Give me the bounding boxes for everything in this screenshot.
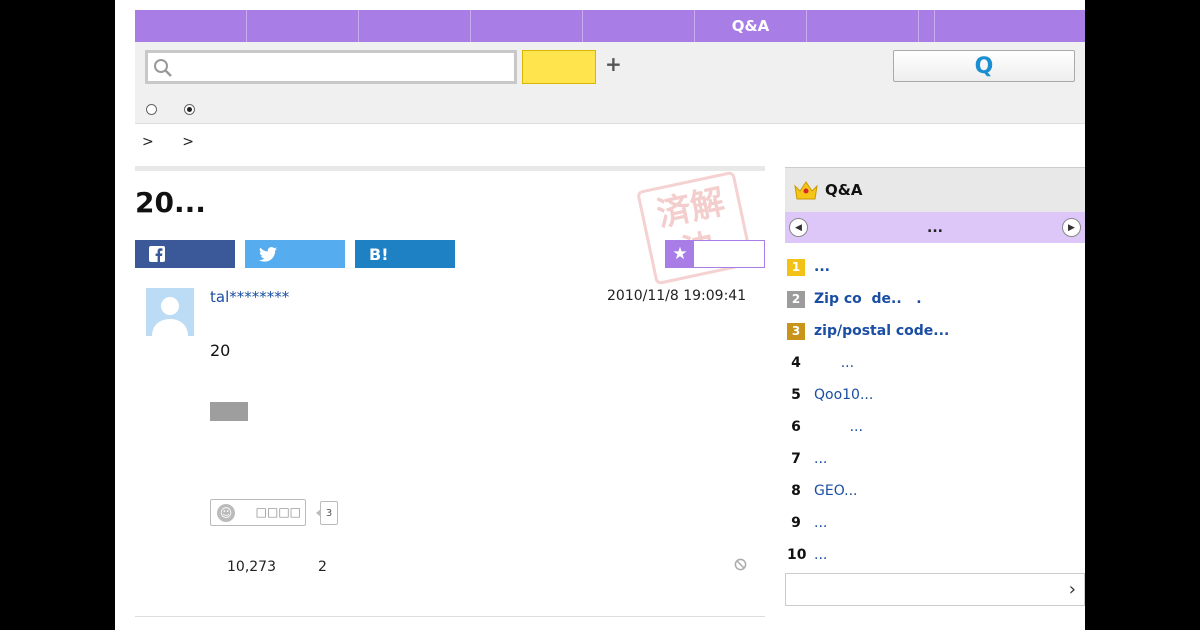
nav-tab-1[interactable] <box>135 10 247 42</box>
next-arrow-icon[interactable]: ▶ <box>1062 218 1081 237</box>
search-input[interactable] <box>145 50 517 84</box>
report-icon[interactable] <box>734 558 747 571</box>
ranking-item[interactable]: 8 GEO... <box>785 475 1085 507</box>
rank-number: 6 <box>791 419 801 435</box>
ranking-more-button[interactable]: › <box>785 573 1085 606</box>
star-icon: ★ <box>666 241 694 267</box>
answer-count: 2 <box>318 559 327 575</box>
rank-number: 3 <box>787 322 805 340</box>
nav-tab-qa[interactable]: Q&A <box>695 10 807 42</box>
reaction-count: 3 <box>316 501 338 525</box>
plus-icon[interactable]: + <box>605 52 622 76</box>
nav-tab-5[interactable] <box>583 10 695 42</box>
search-scope-radio-1[interactable] <box>146 104 157 115</box>
ranking-link[interactable]: ... <box>814 419 863 435</box>
ranking-pager: ◀ ... ▶ <box>785 212 1085 243</box>
post-timestamp: 2010/11/8 19:09:41 <box>607 288 747 304</box>
ranking-link[interactable]: ... <box>814 451 827 467</box>
rank-number: 10 <box>787 547 807 563</box>
username-link[interactable]: tal******** <box>210 288 289 306</box>
nav-tab-3[interactable] <box>359 10 471 42</box>
ranking-item[interactable]: 10... <box>785 539 1085 571</box>
divider <box>135 166 765 171</box>
search-scope-radio-2[interactable] <box>184 104 195 115</box>
prev-arrow-icon[interactable]: ◀ <box>789 218 808 237</box>
search-area: + Q <box>135 42 1085 124</box>
ranking-link[interactable]: ... <box>814 515 827 531</box>
rank-number: 9 <box>791 515 801 531</box>
ranking-item[interactable]: 1... <box>785 251 1085 283</box>
smile-icon: ☺ <box>217 504 235 522</box>
chevron-right-icon: › <box>1068 579 1076 600</box>
divider <box>135 616 765 617</box>
ranking-link[interactable]: zip/postal code... <box>814 323 949 339</box>
rank-number: 1 <box>787 258 805 276</box>
pager-label: ... <box>927 219 943 236</box>
top-nav: Q&A <box>135 10 1085 42</box>
reaction-label: □□□□ <box>255 505 301 519</box>
ranking-sidebar: Q&A ◀ ... ▶ 1... 2 Zip co de.. . 3 zip/posta… <box>785 167 1085 606</box>
ranking-title: Q&A <box>825 181 863 199</box>
nav-tab-7[interactable] <box>807 10 919 42</box>
reaction-button[interactable]: ☺ □□□□ <box>210 499 306 526</box>
ranking-list: 1... 2 Zip co de.. . 3 zip/postal code... 4 .… <box>785 251 1085 571</box>
nav-tab-9[interactable] <box>935 10 1085 42</box>
qa-search-button[interactable]: Q <box>893 50 1075 82</box>
rank-number: 5 <box>791 387 801 403</box>
search-icon <box>154 59 172 77</box>
ranking-item[interactable]: 5 Qoo10... <box>785 379 1085 411</box>
breadcrumb: > > <box>142 134 218 150</box>
breadcrumb-separator: > <box>182 134 194 150</box>
rank-number: 7 <box>791 451 801 467</box>
question-title: 20... <box>135 186 206 219</box>
hatena-bookmark-button[interactable]: B! <box>355 240 455 268</box>
post-image <box>210 402 248 421</box>
twitter-icon <box>259 246 277 262</box>
post-body: 20 <box>210 341 231 360</box>
ranking-link[interactable]: Qoo10... <box>814 387 873 403</box>
search-button[interactable] <box>522 50 596 84</box>
ranking-link[interactable]: Zip co de.. . <box>814 291 922 307</box>
ranking-link[interactable]: ... <box>814 259 830 275</box>
facebook-icon <box>149 246 165 262</box>
nav-tab-2[interactable] <box>247 10 359 42</box>
ranking-item[interactable]: 9... <box>785 507 1085 539</box>
nav-tab-4[interactable] <box>471 10 583 42</box>
favorite-button[interactable]: ★ <box>665 240 765 268</box>
ranking-item[interactable]: 4 ... <box>785 347 1085 379</box>
breadcrumb-separator: > <box>142 134 154 150</box>
twitter-share-button[interactable] <box>245 240 345 268</box>
crown-icon <box>794 181 818 200</box>
ranking-item[interactable]: 2 Zip co de.. . <box>785 283 1085 315</box>
rank-number: 8 <box>791 483 801 499</box>
ranking-link[interactable]: ... <box>814 355 854 371</box>
ranking-item[interactable]: 3 zip/postal code... <box>785 315 1085 347</box>
ranking-header: Q&A <box>785 167 1085 212</box>
view-count: 10,273 <box>227 559 276 575</box>
resolved-stamp: 済解決 <box>636 170 754 286</box>
rank-number: 2 <box>787 290 805 308</box>
ranking-item[interactable]: 7... <box>785 443 1085 475</box>
rank-number: 4 <box>791 355 801 371</box>
ranking-link[interactable]: GEO... <box>814 483 858 499</box>
nav-tab-8[interactable] <box>919 10 935 42</box>
ranking-item[interactable]: 6 ... <box>785 411 1085 443</box>
page: Q&A + Q > > 20... 済解決 B! <box>115 0 1085 630</box>
avatar[interactable] <box>146 288 194 336</box>
user-silhouette-icon <box>152 297 188 336</box>
facebook-share-button[interactable] <box>135 240 235 268</box>
ranking-link[interactable]: ... <box>814 547 827 563</box>
